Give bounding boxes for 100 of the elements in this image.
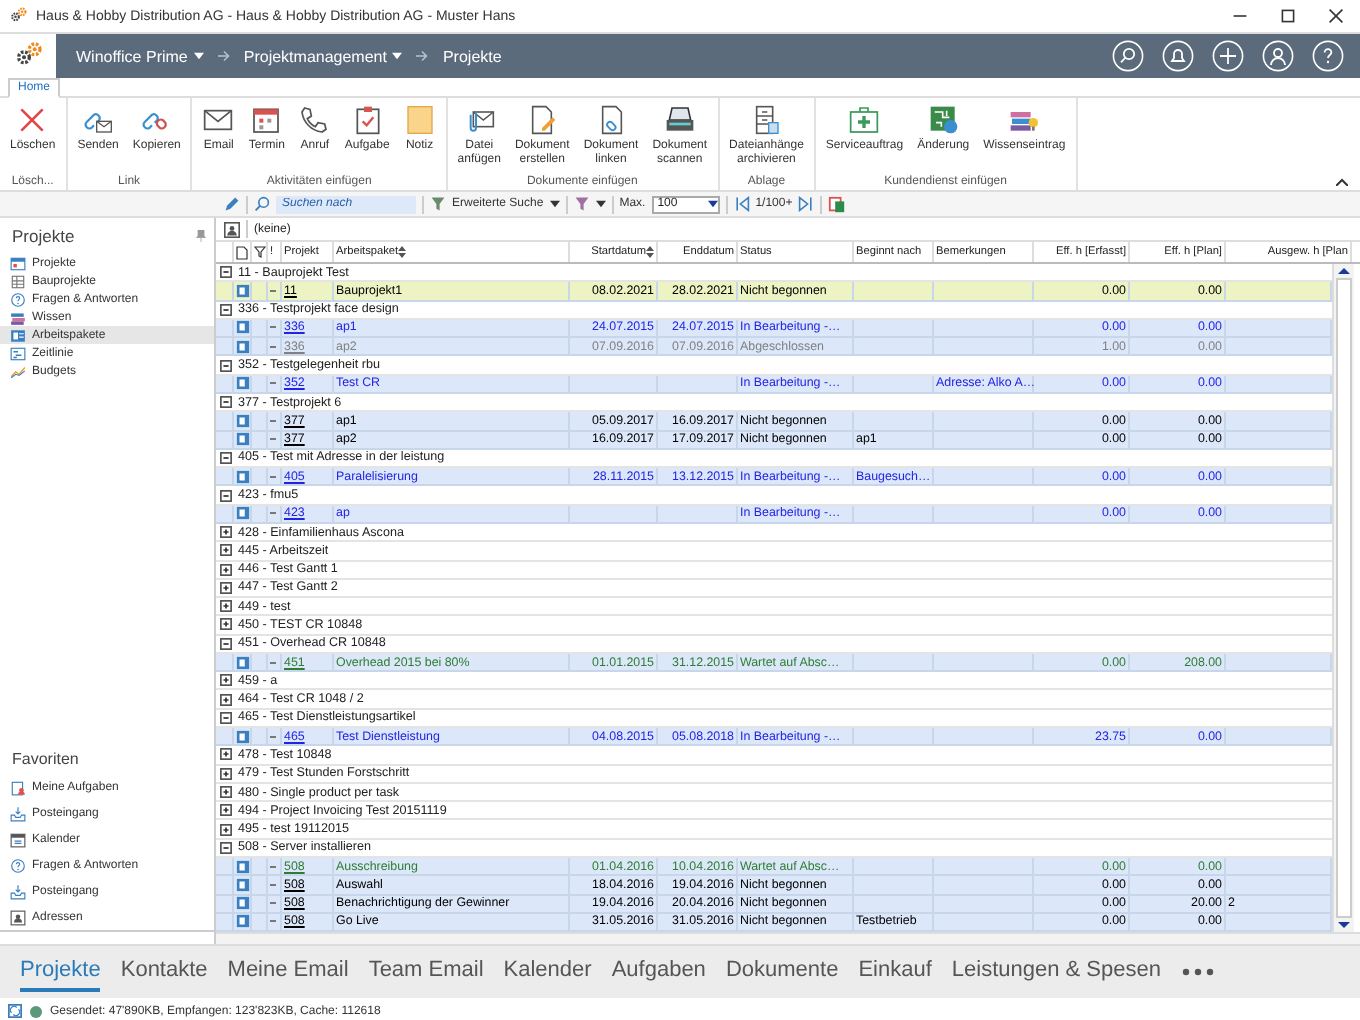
connection-status-dot (30, 1005, 42, 1017)
person-card-icon[interactable] (224, 221, 240, 237)
module-tab[interactable]: Leistungen & Spesen (951, 952, 1161, 992)
row-marker-icon (270, 920, 276, 923)
horizontal-scrollbar[interactable] (216, 932, 1360, 944)
inbox-tray-icon (10, 883, 26, 899)
module-tab[interactable]: Aufgaben (611, 952, 706, 992)
plus-icon[interactable] (1212, 40, 1244, 72)
module-tab[interactable]: Projekte (20, 952, 101, 992)
sort-icon (646, 246, 654, 258)
vertical-scrollbar[interactable] (1332, 264, 1354, 932)
maximize-icon[interactable] (1280, 8, 1296, 24)
expand-icon[interactable] (220, 823, 232, 836)
expand-icon[interactable] (220, 581, 232, 594)
collapse-icon[interactable] (220, 711, 232, 724)
module-tab[interactable]: Meine Email (227, 952, 349, 992)
breadcrumb-link[interactable]: Projekte (430, 47, 514, 65)
calendar-icon (10, 831, 26, 847)
collapse-icon[interactable] (220, 637, 232, 650)
row-marker-icon (270, 883, 276, 886)
calendar-icon (250, 104, 283, 136)
question-circle-icon (10, 291, 26, 307)
more-icon[interactable] (1181, 968, 1213, 976)
spreadsheet-export-icon[interactable] (828, 195, 847, 213)
expand-icon[interactable] (220, 786, 232, 799)
search-icon[interactable] (254, 196, 270, 212)
filter-icon[interactable] (254, 246, 266, 258)
timeline-icon (10, 345, 26, 361)
collapse-icon[interactable] (220, 303, 232, 316)
caret-icon (707, 200, 718, 208)
module-tab[interactable]: Kalender (503, 952, 592, 992)
chevron-up-icon[interactable] (1336, 178, 1348, 186)
row-marker-icon (270, 512, 276, 515)
search-icon[interactable] (1112, 40, 1144, 72)
filing-cabinet-icon (750, 104, 783, 136)
caret-icon[interactable] (549, 200, 560, 208)
row-marker-icon (270, 289, 276, 292)
last-page-icon[interactable] (798, 196, 815, 212)
clipboard-check-icon (351, 104, 384, 136)
first-page-icon[interactable] (733, 196, 750, 212)
row-marker-icon (270, 735, 276, 738)
note-icon (403, 104, 436, 136)
row-marker-icon (270, 902, 276, 905)
expand-icon[interactable] (220, 544, 232, 557)
gear-logo-icon (8, 6, 28, 26)
user-icon[interactable] (1262, 40, 1294, 72)
expand-icon[interactable] (220, 748, 232, 761)
collapse-icon[interactable] (220, 451, 232, 464)
expand-icon[interactable] (220, 563, 232, 576)
sidebar-title: Projekte (12, 226, 75, 246)
circuit-board-icon (927, 104, 960, 136)
favorites-title: Favoriten (10, 748, 81, 772)
row-marker-icon (270, 345, 276, 348)
inbox-tray-icon (10, 805, 26, 821)
clipboard-person-icon (10, 779, 26, 795)
expand-icon[interactable] (220, 767, 232, 780)
question-circle-icon (10, 857, 26, 873)
document-pen-icon (526, 104, 559, 136)
close-icon[interactable] (1328, 8, 1344, 24)
caret-icon[interactable] (595, 200, 606, 208)
module-tab[interactable]: Team Email (368, 952, 484, 992)
bell-icon[interactable] (1162, 40, 1194, 72)
collapse-icon[interactable] (220, 841, 232, 854)
collapse-icon[interactable] (220, 266, 232, 279)
arrow-right-icon (414, 50, 431, 62)
help-icon[interactable] (1312, 40, 1344, 72)
grid-calendar-icon (10, 255, 26, 271)
module-tab[interactable]: Einkauf (858, 952, 932, 992)
trend-chart-icon (10, 363, 26, 379)
expand-icon[interactable] (220, 618, 232, 631)
breadcrumb-link[interactable]: Projektmanagement (231, 47, 415, 65)
sort-icon (398, 246, 407, 258)
package-list-icon (10, 327, 26, 343)
scanner-icon (663, 104, 696, 136)
expand-icon[interactable] (220, 600, 232, 613)
row-marker-icon (270, 382, 276, 385)
module-tab[interactable]: Kontakte (120, 952, 208, 992)
expand-icon[interactable] (220, 693, 232, 706)
address-card-icon (10, 909, 26, 925)
row-marker-icon (270, 419, 276, 422)
pencil-icon[interactable] (224, 196, 240, 212)
caret-icon (193, 52, 204, 60)
pin-icon[interactable] (196, 230, 206, 242)
stacked-books-icon (10, 309, 26, 325)
collapse-icon[interactable] (220, 359, 232, 372)
collapse-icon[interactable] (220, 489, 232, 502)
expand-icon[interactable] (220, 804, 232, 817)
collapse-icon[interactable] (220, 396, 232, 409)
row-marker-icon (270, 865, 276, 868)
row-marker-icon (270, 438, 276, 441)
module-tab[interactable]: Dokumente (725, 952, 839, 992)
work-package-icon (236, 655, 250, 670)
work-package-icon (236, 283, 250, 298)
row-marker-icon (270, 661, 276, 664)
breadcrumb-link[interactable]: Winoffice Prime (64, 47, 216, 65)
row-marker-icon (270, 326, 276, 329)
expand-icon[interactable] (220, 674, 232, 687)
arrow-right-icon (215, 50, 232, 62)
building-grid-icon (10, 273, 26, 289)
expand-icon[interactable] (220, 526, 232, 539)
